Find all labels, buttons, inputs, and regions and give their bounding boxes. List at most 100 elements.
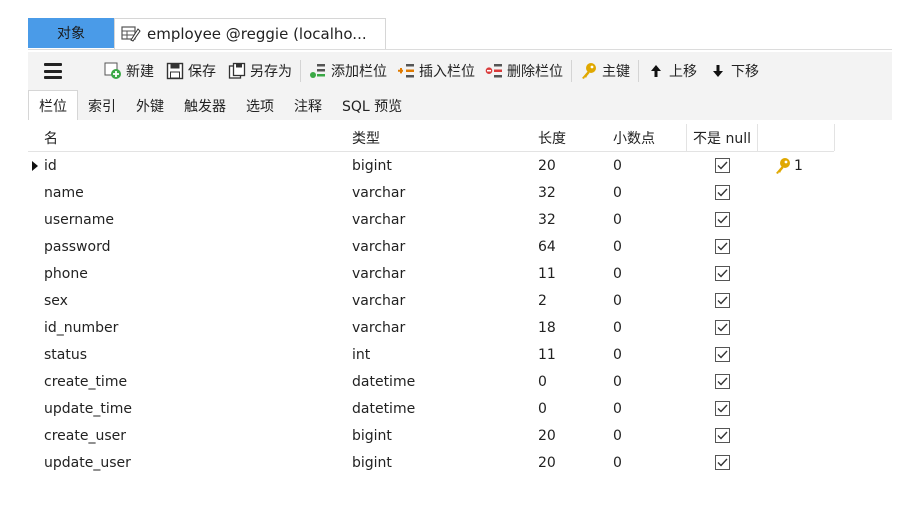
delete-field-button[interactable]: 删除栏位 xyxy=(485,61,563,81)
column-header-type[interactable]: 类型 xyxy=(352,124,532,151)
field-length-cell[interactable]: 18 xyxy=(538,314,608,341)
not-null-cell[interactable] xyxy=(686,260,758,287)
not-null-checkbox[interactable] xyxy=(714,428,730,443)
subtab-fields[interactable]: 栏位 xyxy=(28,90,78,120)
column-header-length[interactable]: 长度 xyxy=(538,124,608,151)
field-decimals-cell[interactable]: 0 xyxy=(613,341,683,368)
table-row[interactable]: update_user bigint 20 0 xyxy=(28,449,834,476)
field-name-cell[interactable]: status xyxy=(44,341,344,368)
move-down-button[interactable]: 下移 xyxy=(709,61,759,81)
move-up-button[interactable]: 上移 xyxy=(647,61,697,81)
field-name-cell[interactable]: update_user xyxy=(44,449,344,476)
field-decimals-cell[interactable]: 0 xyxy=(613,368,683,395)
field-name-cell[interactable]: name xyxy=(44,179,344,206)
insert-field-button[interactable]: 插入栏位 xyxy=(397,61,475,81)
field-name-cell[interactable]: create_user xyxy=(44,422,344,449)
column-header-decimals[interactable]: 小数点 xyxy=(613,124,683,151)
field-type-cell[interactable]: datetime xyxy=(352,368,532,395)
field-type-cell[interactable]: int xyxy=(352,341,532,368)
not-null-checkbox[interactable] xyxy=(714,455,730,470)
field-decimals-cell[interactable]: 0 xyxy=(613,287,683,314)
not-null-cell[interactable] xyxy=(686,449,758,476)
table-row[interactable]: password varchar 64 0 xyxy=(28,233,834,260)
field-name-cell[interactable]: id_number xyxy=(44,314,344,341)
subtab-comment[interactable]: 注释 xyxy=(284,92,332,120)
field-decimals-cell[interactable]: 0 xyxy=(613,314,683,341)
field-type-cell[interactable]: varchar xyxy=(352,314,532,341)
add-field-button[interactable]: 添加栏位 xyxy=(309,61,387,81)
field-name-cell[interactable]: username xyxy=(44,206,344,233)
not-null-checkbox[interactable] xyxy=(714,347,730,362)
field-decimals-cell[interactable]: 0 xyxy=(613,422,683,449)
key-cell[interactable]: 1 xyxy=(774,152,834,179)
field-decimals-cell[interactable]: 0 xyxy=(613,260,683,287)
subtab-sql-preview[interactable]: SQL 预览 xyxy=(332,92,412,120)
table-row[interactable]: id_number varchar 18 0 xyxy=(28,314,834,341)
not-null-cell[interactable] xyxy=(686,368,758,395)
not-null-checkbox[interactable] xyxy=(714,320,730,335)
not-null-cell[interactable] xyxy=(686,233,758,260)
primary-key-button[interactable]: 主键 xyxy=(580,61,630,81)
not-null-cell[interactable] xyxy=(686,395,758,422)
table-row[interactable]: update_time datetime 0 0 xyxy=(28,395,834,422)
field-type-cell[interactable]: varchar xyxy=(352,233,532,260)
table-row[interactable]: name varchar 32 0 xyxy=(28,179,834,206)
not-null-cell[interactable] xyxy=(686,152,758,179)
table-row[interactable]: create_time datetime 0 0 xyxy=(28,368,834,395)
field-decimals-cell[interactable]: 0 xyxy=(613,233,683,260)
table-row[interactable]: phone varchar 11 0 xyxy=(28,260,834,287)
field-decimals-cell[interactable]: 0 xyxy=(613,152,683,179)
field-length-cell[interactable]: 20 xyxy=(538,152,608,179)
not-null-checkbox[interactable] xyxy=(714,185,730,200)
menu-icon[interactable] xyxy=(42,60,64,82)
not-null-cell[interactable] xyxy=(686,179,758,206)
field-name-cell[interactable]: sex xyxy=(44,287,344,314)
field-length-cell[interactable]: 2 xyxy=(538,287,608,314)
field-type-cell[interactable]: varchar xyxy=(352,179,532,206)
not-null-checkbox[interactable] xyxy=(714,266,730,281)
not-null-checkbox[interactable] xyxy=(714,374,730,389)
not-null-cell[interactable] xyxy=(686,206,758,233)
not-null-checkbox[interactable] xyxy=(714,212,730,227)
subtab-foreign-keys[interactable]: 外键 xyxy=(126,92,174,120)
field-decimals-cell[interactable]: 0 xyxy=(613,206,683,233)
subtab-options[interactable]: 选项 xyxy=(236,92,284,120)
not-null-cell[interactable] xyxy=(686,287,758,314)
save-as-button[interactable]: 另存为 xyxy=(228,61,292,81)
field-length-cell[interactable]: 11 xyxy=(538,341,608,368)
save-button[interactable]: 保存 xyxy=(166,61,216,81)
tab-employee-design[interactable]: employee @reggie (localho... xyxy=(114,18,386,49)
not-null-checkbox[interactable] xyxy=(714,293,730,308)
field-decimals-cell[interactable]: 0 xyxy=(613,179,683,206)
table-row[interactable]: create_user bigint 20 0 xyxy=(28,422,834,449)
column-header-name[interactable]: 名 xyxy=(44,124,344,151)
not-null-checkbox[interactable] xyxy=(714,401,730,416)
field-type-cell[interactable]: varchar xyxy=(352,260,532,287)
table-row[interactable]: username varchar 32 0 xyxy=(28,206,834,233)
field-length-cell[interactable]: 20 xyxy=(538,422,608,449)
field-length-cell[interactable]: 20 xyxy=(538,449,608,476)
field-type-cell[interactable]: datetime xyxy=(352,395,532,422)
field-decimals-cell[interactable]: 0 xyxy=(613,395,683,422)
field-name-cell[interactable]: create_time xyxy=(44,368,344,395)
subtab-triggers[interactable]: 触发器 xyxy=(174,92,236,120)
field-name-cell[interactable]: password xyxy=(44,233,344,260)
field-length-cell[interactable]: 64 xyxy=(538,233,608,260)
tab-objects[interactable]: 对象 xyxy=(28,18,114,48)
field-length-cell[interactable]: 32 xyxy=(538,206,608,233)
column-header-not-null[interactable]: 不是 null xyxy=(686,124,758,151)
not-null-checkbox[interactable] xyxy=(714,239,730,254)
field-length-cell[interactable]: 11 xyxy=(538,260,608,287)
table-row[interactable]: sex varchar 2 0 xyxy=(28,287,834,314)
field-type-cell[interactable]: bigint xyxy=(352,152,532,179)
field-type-cell[interactable]: bigint xyxy=(352,422,532,449)
subtab-indexes[interactable]: 索引 xyxy=(78,92,126,120)
field-decimals-cell[interactable]: 0 xyxy=(613,449,683,476)
not-null-checkbox[interactable] xyxy=(714,158,730,173)
not-null-cell[interactable] xyxy=(686,341,758,368)
field-length-cell[interactable]: 32 xyxy=(538,179,608,206)
not-null-cell[interactable] xyxy=(686,422,758,449)
field-name-cell[interactable]: update_time xyxy=(44,395,344,422)
field-type-cell[interactable]: varchar xyxy=(352,206,532,233)
new-button[interactable]: 新建 xyxy=(104,61,154,81)
